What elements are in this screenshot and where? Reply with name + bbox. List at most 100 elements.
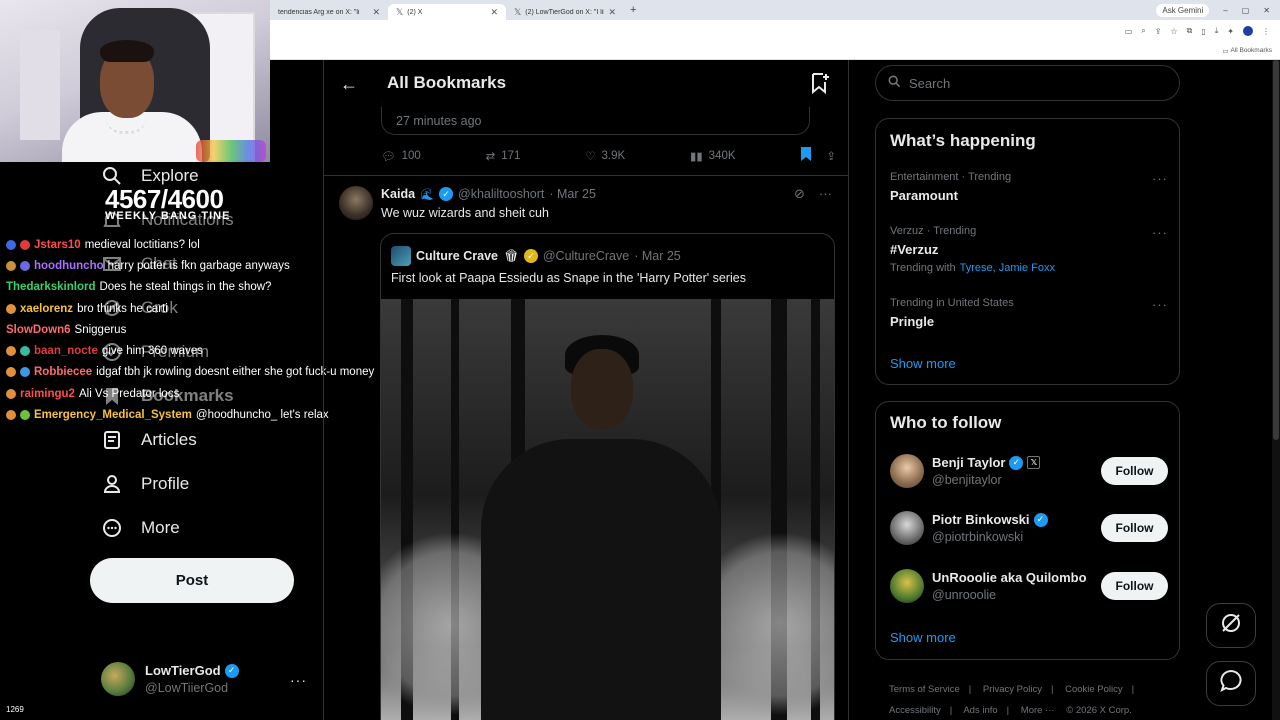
follow-button[interactable]: Follow: [1101, 572, 1168, 600]
new-tab-button[interactable]: +: [624, 4, 642, 16]
back-arrow-icon[interactable]: ←: [340, 74, 358, 95]
follow-suggestion[interactable]: UnRooolie aka Quilombo @unrooolie Follow: [890, 568, 1168, 604]
browser-tab[interactable]: tendencias Arg xe on X: "li ✕: [270, 4, 388, 20]
tweet-secondary-actions: ⇪: [800, 147, 836, 164]
footer-link-more[interactable]: More ···: [1021, 705, 1055, 716]
post-button[interactable]: Post: [90, 558, 294, 603]
close-tab-icon[interactable]: ✕: [490, 7, 498, 18]
browser-tab[interactable]: 𝕏 (2) LowTierGod on X: "I like Tes ✕: [506, 4, 624, 20]
views-chart-icon: ▮▮: [690, 150, 703, 163]
trend-meta: Entertainment · Trending: [890, 171, 1012, 183]
chat-message: hoodhuncho harry potter is fkn garbage a…: [6, 255, 374, 276]
scrollbar-thumb[interactable]: [1273, 60, 1279, 440]
person-icon: [101, 473, 123, 495]
chat-badge-icon: [6, 260, 16, 271]
minimize-icon[interactable]: –: [1223, 6, 1227, 15]
snow-foliage: [711, 514, 834, 720]
suggestion-handle: @benjitaylor: [932, 473, 1002, 487]
account-more-icon[interactable]: ···: [290, 672, 307, 688]
avatar: [890, 511, 924, 545]
footer-separator: |: [1131, 684, 1135, 695]
trend-with-links[interactable]: Tyrese, Jamie Foxx: [960, 262, 1055, 274]
gemini-icon[interactable]: ✦: [1227, 27, 1234, 36]
menu-icon[interactable]: ⋮: [1262, 27, 1270, 36]
all-bookmarks-link[interactable]: All Bookmarks: [1230, 47, 1272, 54]
close-tab-icon[interactable]: ✕: [608, 7, 616, 18]
close-window-icon[interactable]: ✕: [1263, 6, 1270, 15]
browser-tab-active[interactable]: 𝕏 (2) X ✕: [388, 4, 506, 20]
footer-copyright: © 2026 X Corp.: [1066, 705, 1132, 716]
footer-link-cookie[interactable]: Cookie Policy: [1065, 684, 1123, 695]
account-switcher[interactable]: LowTierGod ✓ @LowTiierGod: [101, 662, 239, 696]
grok-icon[interactable]: ⊘: [794, 186, 805, 202]
quoted-tweet[interactable]: Culture Crave 🍿︎ ✓ @CultureCrave · Mar 2…: [380, 233, 835, 720]
views-button[interactable]: ▮▮ 340K: [690, 147, 736, 164]
trend-item[interactable]: Trending in United States Pringle ···: [890, 297, 1168, 329]
footer-link-privacy[interactable]: Privacy Policy: [983, 684, 1042, 695]
follow-suggestion[interactable]: Piotr Binkowski ✓ @piotrbinkowski Follow: [890, 510, 1168, 546]
quote-date: · Mar 25: [634, 249, 681, 263]
figure-coat: [481, 439, 721, 720]
messages-float-button[interactable]: [1206, 661, 1256, 706]
follow-button[interactable]: Follow: [1101, 457, 1168, 485]
nav-item-profile[interactable]: Profile: [101, 473, 189, 495]
zoom-icon[interactable]: ⌕: [1141, 26, 1145, 36]
footer-link-ads[interactable]: Ads info: [963, 705, 997, 716]
tweet-author-name[interactable]: Kaida: [381, 187, 415, 201]
cast-icon[interactable]: ▭: [1125, 27, 1133, 36]
bookmark-folder-icon[interactable]: [809, 72, 831, 99]
like-button[interactable]: ♡ 3.9K: [585, 147, 625, 164]
ask-gemini-button[interactable]: Ask Gemini: [1156, 3, 1210, 17]
chat-username: SlowDown6: [6, 323, 71, 336]
more-options-icon[interactable]: ···: [1152, 297, 1168, 312]
tweet-author-handle[interactable]: @khaliltooshort: [458, 187, 544, 201]
browser-tab-bar: tendencias Arg xe on X: "li ✕ 𝕏 (2) X ✕ …: [270, 0, 1280, 20]
suggestion-name: Benji Taylor: [932, 455, 1006, 470]
extensions-icon[interactable]: ⧉: [1187, 26, 1193, 36]
footer-link-terms[interactable]: Terms of Service: [889, 684, 960, 695]
who-to-follow-panel: Who to follow Benji Taylor ✓ 𝕏 @benjitay…: [875, 401, 1180, 660]
more-options-icon[interactable]: ···: [1152, 225, 1168, 240]
trend-meta: Verzuz · Trending: [890, 225, 977, 237]
grok-float-button[interactable]: [1206, 603, 1256, 648]
maximize-icon[interactable]: ▢: [1242, 6, 1250, 15]
chat-badge-icon: [6, 346, 16, 357]
show-more-link[interactable]: Show more: [890, 630, 956, 645]
bookmark-filled-icon[interactable]: [800, 147, 812, 164]
chat-text: harry potter is fkn garbage anyways: [107, 259, 290, 272]
sidepanel-icon[interactable]: ▯: [1201, 27, 1205, 36]
show-more-link[interactable]: Show more: [890, 356, 956, 371]
share-icon[interactable]: ⇪: [1155, 27, 1162, 36]
panel-title: Who to follow: [890, 413, 1002, 432]
download-icon[interactable]: ⤓: [1215, 26, 1219, 36]
trend-item[interactable]: Entertainment · Trending Paramount ···: [890, 171, 1168, 203]
star-icon[interactable]: ☆: [1170, 27, 1177, 36]
nav-item-more[interactable]: More: [101, 517, 180, 539]
chat-text: Does he steal things in the show?: [99, 281, 272, 294]
more-options-icon[interactable]: ···: [819, 186, 832, 202]
search-bar[interactable]: [875, 65, 1180, 101]
tweet-header: Kaida 🌊︎ ✓ @khaliltooshort · Mar 25: [381, 187, 596, 201]
trend-item[interactable]: Verzuz · Trending #Verzuz Trending with T…: [890, 225, 1168, 274]
follow-button[interactable]: Follow: [1101, 514, 1168, 542]
avatar[interactable]: [339, 186, 373, 220]
wave-emoji-icon: 🌊︎: [420, 188, 435, 201]
view-count: 340K: [708, 149, 736, 162]
chat-badge-icon: [6, 239, 16, 250]
share-icon[interactable]: ⇪: [826, 149, 836, 163]
more-options-icon[interactable]: ···: [1152, 171, 1168, 186]
footer-link-accessibility[interactable]: Accessibility: [889, 705, 941, 716]
follow-suggestion[interactable]: Benji Taylor ✓ 𝕏 @benjitaylor Follow: [890, 453, 1168, 489]
nav-item-articles[interactable]: Articles: [101, 429, 197, 451]
tweet-date[interactable]: · Mar 25: [549, 187, 596, 201]
trend-name: Paramount: [890, 188, 958, 203]
profile-avatar-icon[interactable]: [1243, 26, 1253, 36]
whats-happening-panel: What’s happening Entertainment · Trendin…: [875, 118, 1180, 385]
repost-button[interactable]: ⇄ 171: [486, 147, 521, 164]
close-tab-icon[interactable]: ✕: [372, 7, 380, 18]
search-input[interactable]: [909, 75, 1159, 91]
chat-text: bro thinks he carti: [77, 302, 168, 315]
quote-image[interactable]: [381, 299, 834, 720]
reply-button[interactable]: 💬︎ 100: [381, 147, 421, 164]
quote-header: Culture Crave 🍿︎ ✓ @CultureCrave · Mar 2…: [391, 246, 681, 266]
